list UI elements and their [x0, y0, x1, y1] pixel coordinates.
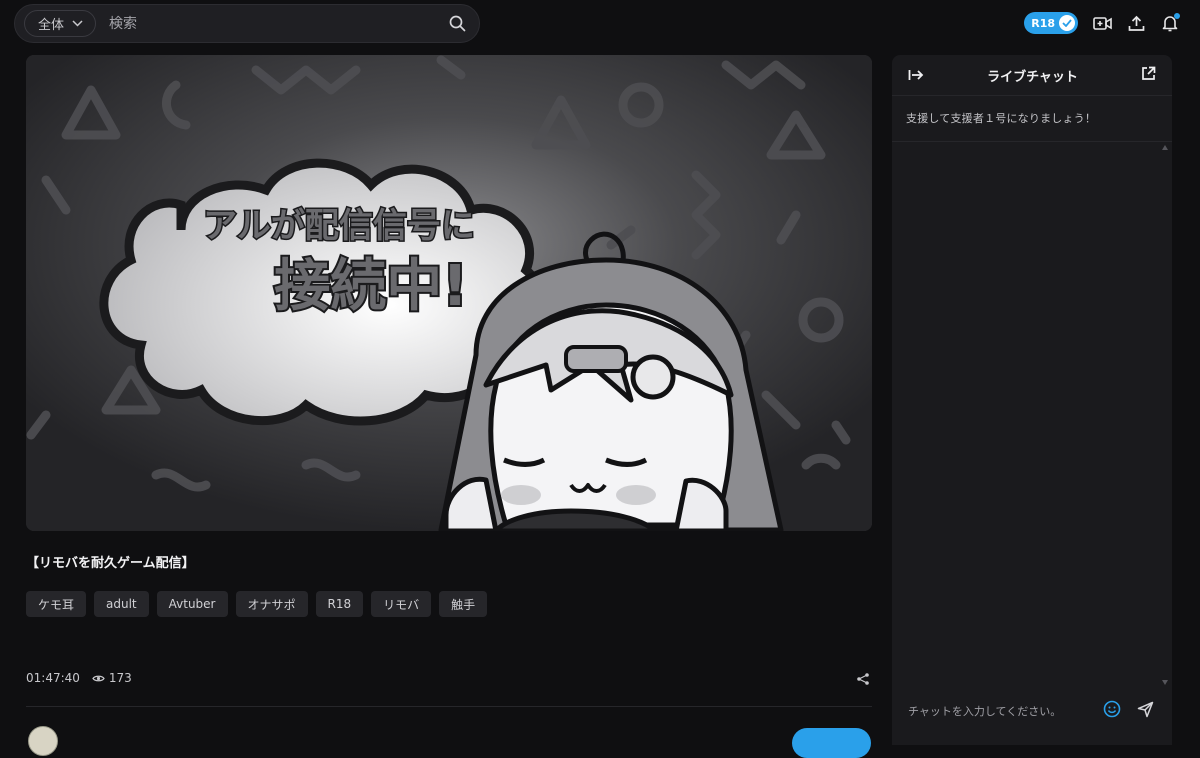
search-button[interactable]	[435, 5, 479, 42]
arrow-right-bar-icon	[908, 69, 924, 80]
streamer-avatar[interactable]	[28, 726, 58, 756]
tag-chip[interactable]: リモバ	[371, 591, 432, 617]
view-count: 173	[92, 671, 132, 685]
search-icon	[449, 15, 465, 32]
chat-messages[interactable]	[892, 142, 1172, 687]
go-live-button[interactable]	[1092, 13, 1112, 33]
r18-label: R18	[1031, 16, 1055, 30]
live-chat-panel: ライブチャット 支援して支援者１号になりましょう！	[892, 55, 1172, 745]
follow-button[interactable]	[792, 728, 871, 758]
eye-icon	[92, 675, 105, 681]
stream-meta: 01:47:40 173	[26, 671, 132, 685]
tag-chip[interactable]: ケモ耳	[26, 591, 87, 617]
send-icon	[1137, 701, 1154, 717]
stream-duration: 01:47:40	[26, 671, 80, 685]
search-scope-dropdown[interactable]: 全体	[24, 10, 97, 37]
thumbnail-text-line1: アルが配信信号に	[203, 206, 475, 246]
thumbnail-text-line2: 接続中!	[274, 254, 468, 319]
search-scope-label: 全体	[38, 18, 65, 33]
tag-list: ケモ耳 adult Avtuber オナサポ R18 リモバ 触手	[26, 591, 488, 617]
header-actions: R18	[1024, 12, 1180, 34]
tag-chip[interactable]: adult	[94, 591, 149, 617]
tag-chip[interactable]: R18	[315, 591, 364, 617]
top-bar: 全体 R18	[0, 0, 1200, 48]
share-button[interactable]	[856, 671, 872, 687]
collapse-chat-button[interactable]	[908, 66, 924, 85]
chat-title: ライブチャット	[987, 69, 1078, 85]
search-input[interactable]	[96, 5, 435, 42]
chevron-down-icon	[72, 20, 83, 27]
smile-icon	[1103, 700, 1121, 718]
tag-chip[interactable]: オナサポ	[235, 591, 308, 617]
popout-chat-button[interactable]	[1141, 66, 1156, 85]
tag-chip[interactable]: Avtuber	[156, 591, 228, 617]
scroll-up-arrow[interactable]	[1162, 145, 1168, 150]
upload-button[interactable]	[1126, 13, 1146, 33]
section-divider	[26, 706, 872, 707]
upload-icon	[1128, 15, 1144, 31]
chat-support-notice: 支援して支援者１号になりましょう！	[892, 96, 1172, 142]
r18-toggle[interactable]: R18	[1024, 12, 1078, 34]
tag-chip[interactable]: 触手	[439, 591, 488, 617]
notification-dot	[1174, 13, 1180, 19]
chat-actions	[1103, 700, 1154, 722]
stream-thumbnail: アルが配信信号に 接続中!	[26, 55, 872, 531]
view-count-value: 173	[108, 671, 132, 685]
stream-title: 【リモバを耐久ゲーム配信】	[26, 556, 195, 571]
video-plus-icon	[1092, 16, 1112, 30]
notifications-button[interactable]	[1160, 13, 1180, 33]
external-link-icon	[1142, 66, 1156, 80]
check-icon	[1059, 15, 1075, 31]
video-player[interactable]: アルが配信信号に 接続中!	[26, 55, 872, 531]
scroll-down-arrow[interactable]	[1162, 680, 1168, 685]
chat-input[interactable]	[908, 704, 1103, 718]
chat-input-row	[892, 695, 1172, 727]
share-icon	[857, 673, 869, 685]
chat-header: ライブチャット	[892, 55, 1172, 96]
emoji-button[interactable]	[1103, 700, 1121, 722]
search-bar: 全体	[14, 4, 480, 43]
send-button[interactable]	[1137, 701, 1154, 722]
